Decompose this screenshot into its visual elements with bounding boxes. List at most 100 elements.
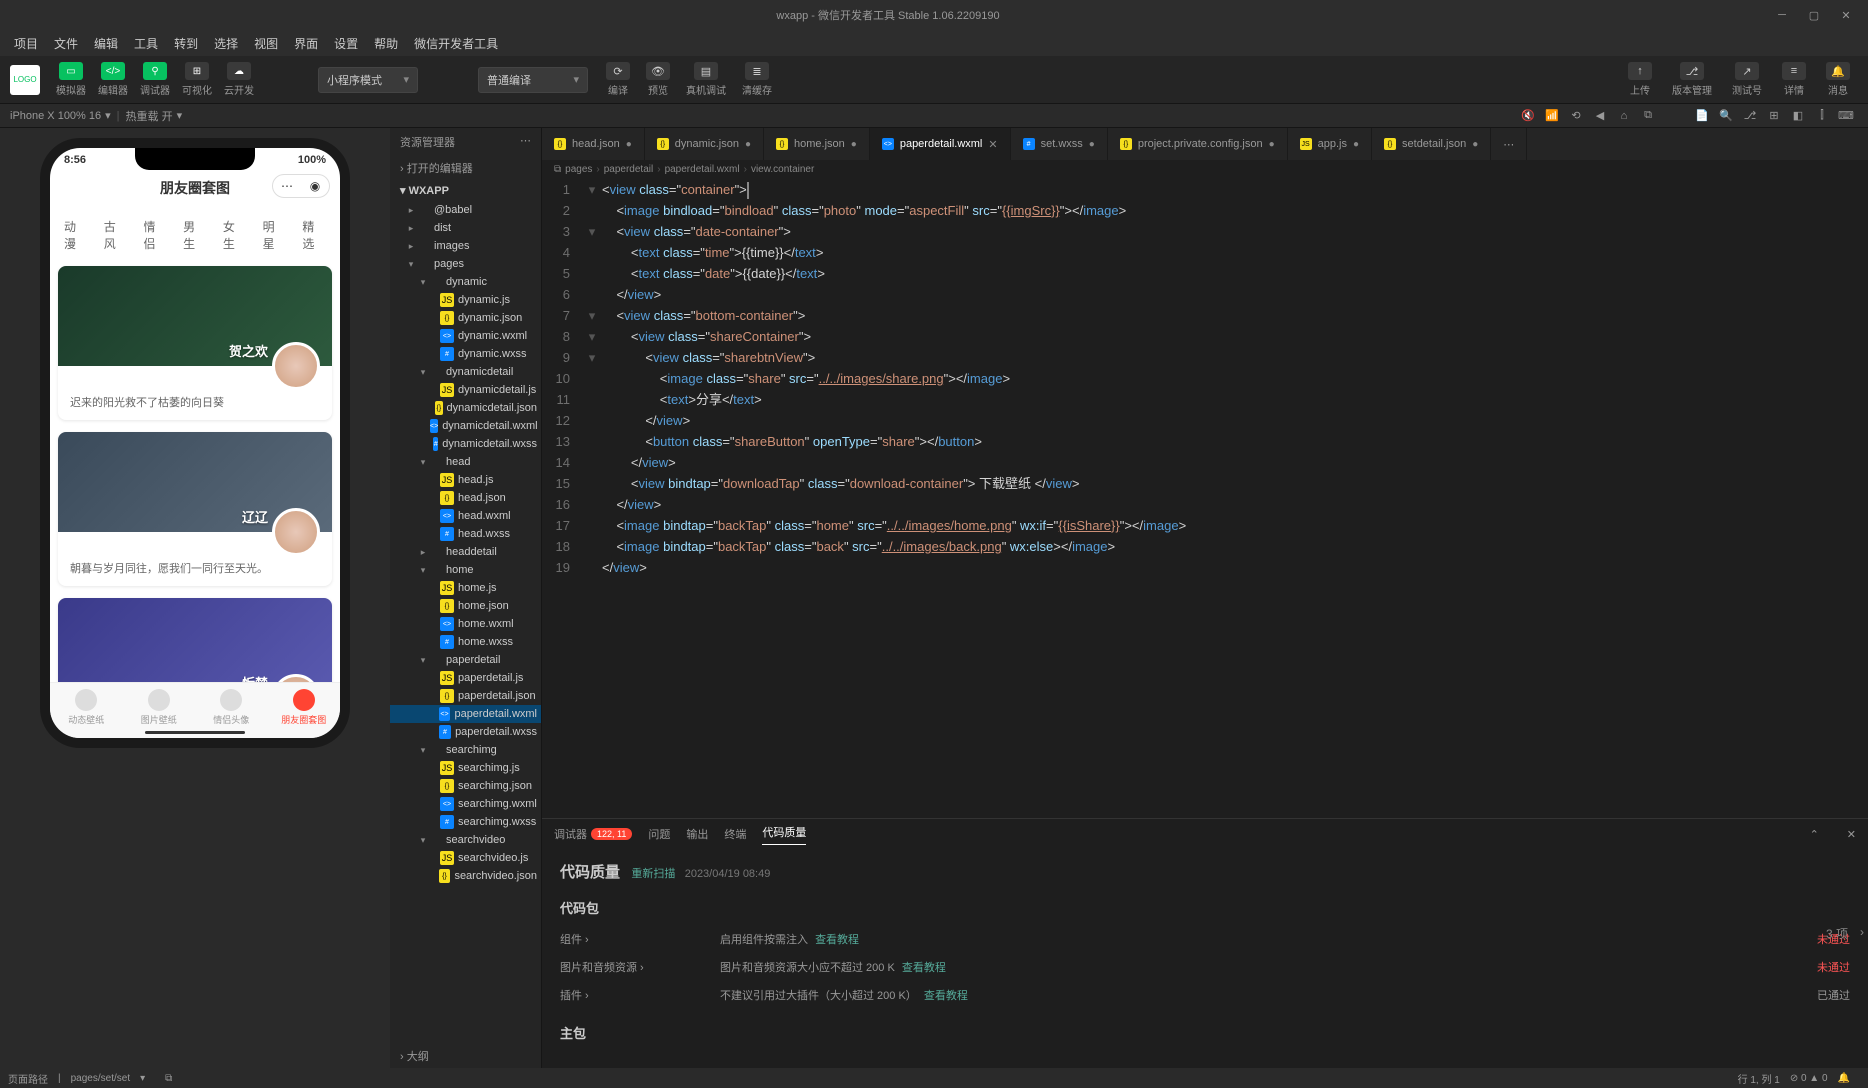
more-icon[interactable]: ⋯ [520, 134, 531, 150]
extension-icon[interactable]: ⊞ [1764, 106, 1784, 126]
nav-item[interactable]: 情侣头像 [195, 689, 268, 726]
file-paperdetail.wxss[interactable]: #paperdetail.wxss [390, 723, 541, 741]
file-head.json[interactable]: {}head.json [390, 489, 541, 507]
nav-item[interactable]: 图片壁纸 [123, 689, 196, 726]
file-paperdetail.json[interactable]: {}paperdetail.json [390, 687, 541, 705]
file-home.wxss[interactable]: #home.wxss [390, 633, 541, 651]
outline-section[interactable]: › 大纲 [390, 1044, 541, 1068]
project-root[interactable]: ▾ WXAPP [390, 180, 541, 201]
rotate-icon[interactable]: ⟲ [1566, 106, 1586, 126]
file-pages[interactable]: ▾pages [390, 255, 541, 273]
editor-tab-dynamic.json[interactable]: {}dynamic.json● [645, 128, 764, 160]
file-head.wxml[interactable]: <>head.wxml [390, 507, 541, 525]
tutorial-link[interactable]: 查看教程 [902, 962, 946, 974]
simulator-toggle[interactable]: ▭模拟器 [52, 60, 90, 99]
minimize-button[interactable]: ─ [1768, 5, 1796, 25]
phone-tab[interactable]: 明星 [257, 214, 293, 256]
tab-output[interactable]: 输出 [686, 826, 708, 842]
file-home.wxml[interactable]: <>home.wxml [390, 615, 541, 633]
tab-debugger[interactable]: 调试器122, 11 [554, 826, 632, 842]
file-dynamic.js[interactable]: JSdynamic.js [390, 291, 541, 309]
editor-tab-paperdetail.wxml[interactable]: <>paperdetail.wxml✕ [870, 128, 1011, 160]
remote-debug-button[interactable]: ▤真机调试 [678, 60, 734, 99]
debugger-toggle[interactable]: ⚲调试器 [136, 60, 174, 99]
nav-item[interactable]: 动态壁纸 [50, 689, 123, 726]
project-logo[interactable]: LOGO [10, 65, 40, 95]
close-button[interactable]: ✕ [1832, 5, 1860, 25]
editor-tab-head.json[interactable]: {}head.json● [542, 128, 645, 160]
mute-icon[interactable]: 🔇 [1518, 106, 1538, 126]
editor-tab-app.js[interactable]: JSapp.js● [1288, 128, 1372, 160]
editor-toggle[interactable]: </>编辑器 [94, 60, 132, 99]
preview-button[interactable]: 👁预览 [638, 60, 678, 99]
home-icon[interactable]: ⌂ [1614, 106, 1634, 126]
menu-项目[interactable]: 项目 [6, 31, 46, 56]
menu-视图[interactable]: 视图 [246, 31, 286, 56]
miniprogram-mode-select[interactable]: 小程序模式 [318, 67, 418, 93]
file-paperdetail.wxml[interactable]: <>paperdetail.wxml [390, 705, 541, 723]
notification-icon[interactable]: 🔔 [1838, 1073, 1850, 1084]
split-icon[interactable]: ⫿ [1812, 106, 1832, 126]
menu-微信开发者工具[interactable]: 微信开发者工具 [406, 31, 506, 56]
error-count[interactable]: ⊘ 0 ▲ 0 [1790, 1073, 1828, 1084]
menu-设置[interactable]: 设置 [326, 31, 366, 56]
file-home[interactable]: ▾home [390, 561, 541, 579]
phone-tab[interactable]: 动漫 [58, 214, 94, 256]
file-searchvideo[interactable]: ▾searchvideo [390, 831, 541, 849]
menu-文件[interactable]: 文件 [46, 31, 86, 56]
file-dynamicdetail[interactable]: ▾dynamicdetail [390, 363, 541, 381]
terminal-icon[interactable]: ⌨ [1836, 106, 1856, 126]
search-icon[interactable]: 🔍 [1716, 106, 1736, 126]
file-paperdetail[interactable]: ▾paperdetail [390, 651, 541, 669]
file-home.json[interactable]: {}home.json [390, 597, 541, 615]
menu-界面[interactable]: 界面 [286, 31, 326, 56]
editor-tab-home.json[interactable]: {}home.json● [764, 128, 870, 160]
crumb[interactable]: paperdetail.wxml [665, 164, 740, 175]
file-dynamicdetail.wxss[interactable]: #dynamicdetail.wxss [390, 435, 541, 453]
file-dynamicdetail.js[interactable]: JSdynamicdetail.js [390, 381, 541, 399]
file-searchimg.js[interactable]: JSsearchimg.js [390, 759, 541, 777]
editor-tab-set.wxss[interactable]: #set.wxss● [1011, 128, 1108, 160]
file-images[interactable]: ▸images [390, 237, 541, 255]
detail-button[interactable]: ≡详情 [1774, 60, 1814, 99]
capsule-button[interactable]: ⋯◉ [272, 174, 330, 198]
file-dynamicdetail.wxml[interactable]: <>dynamicdetail.wxml [390, 417, 541, 435]
editor-tab-project.private.config.json[interactable]: {}project.private.config.json● [1108, 128, 1288, 160]
tab-terminal[interactable]: 终端 [724, 826, 746, 842]
file-searchimg.wxss[interactable]: #searchimg.wxss [390, 813, 541, 831]
hot-reload-toggle[interactable]: 热重载 开 [126, 108, 173, 124]
compile-button[interactable]: ⟳编译 [598, 60, 638, 99]
nav-item[interactable]: 朋友圈套图 [268, 689, 341, 726]
file-home.js[interactable]: JShome.js [390, 579, 541, 597]
menu-选择[interactable]: 选择 [206, 31, 246, 56]
open-editors-section[interactable]: › 打开的编辑器 [390, 156, 541, 180]
file-dynamic.wxss[interactable]: #dynamic.wxss [390, 345, 541, 363]
phone-tab[interactable]: 男生 [177, 214, 213, 256]
device-select[interactable]: iPhone X 100% 16 [10, 110, 101, 122]
more-tabs[interactable]: ⋯ [1491, 128, 1527, 160]
maximize-button[interactable]: ▢ [1800, 5, 1828, 25]
popout-icon[interactable]: ⧉ [1638, 106, 1658, 126]
cursor-position[interactable]: 行 1, 列 1 [1738, 1071, 1780, 1086]
card-item[interactable]: 贺之欢 迟来的阳光救不了枯萎的向日葵 [58, 266, 332, 420]
file-head[interactable]: ▾head [390, 453, 541, 471]
page-path-value[interactable]: pages/set/set [71, 1073, 130, 1084]
phone-tab[interactable]: 情侣 [137, 214, 173, 256]
file-searchvideo.json[interactable]: {}searchvideo.json [390, 867, 541, 885]
file-dynamicdetail.json[interactable]: {}dynamicdetail.json [390, 399, 541, 417]
phone-frame[interactable]: 8:56 100% 朋友圈套图 ⋯◉ 动漫古风情侣男生女生明星精选 贺之欢 迟来… [50, 148, 340, 738]
wifi-icon[interactable]: 📶 [1542, 106, 1562, 126]
rescan-link[interactable]: 重新扫描 [631, 868, 675, 880]
collapse-icon[interactable]: ⌃ [1810, 828, 1819, 841]
crumb[interactable]: view.container [751, 164, 814, 175]
file-searchvideo.js[interactable]: JSsearchvideo.js [390, 849, 541, 867]
phone-tab[interactable]: 古风 [98, 214, 134, 256]
editor-tab-setdetail.json[interactable]: {}setdetail.json● [1372, 128, 1491, 160]
tutorial-link[interactable]: 查看教程 [924, 990, 968, 1002]
testnum-button[interactable]: ↗测试号 [1724, 60, 1770, 99]
crumb[interactable]: paperdetail [604, 164, 653, 175]
visual-toggle[interactable]: ⊞可视化 [178, 60, 216, 99]
menu-工具[interactable]: 工具 [126, 31, 166, 56]
file-searchimg[interactable]: ▾searchimg [390, 741, 541, 759]
clear-cache-button[interactable]: ≣清缓存 [734, 60, 780, 99]
